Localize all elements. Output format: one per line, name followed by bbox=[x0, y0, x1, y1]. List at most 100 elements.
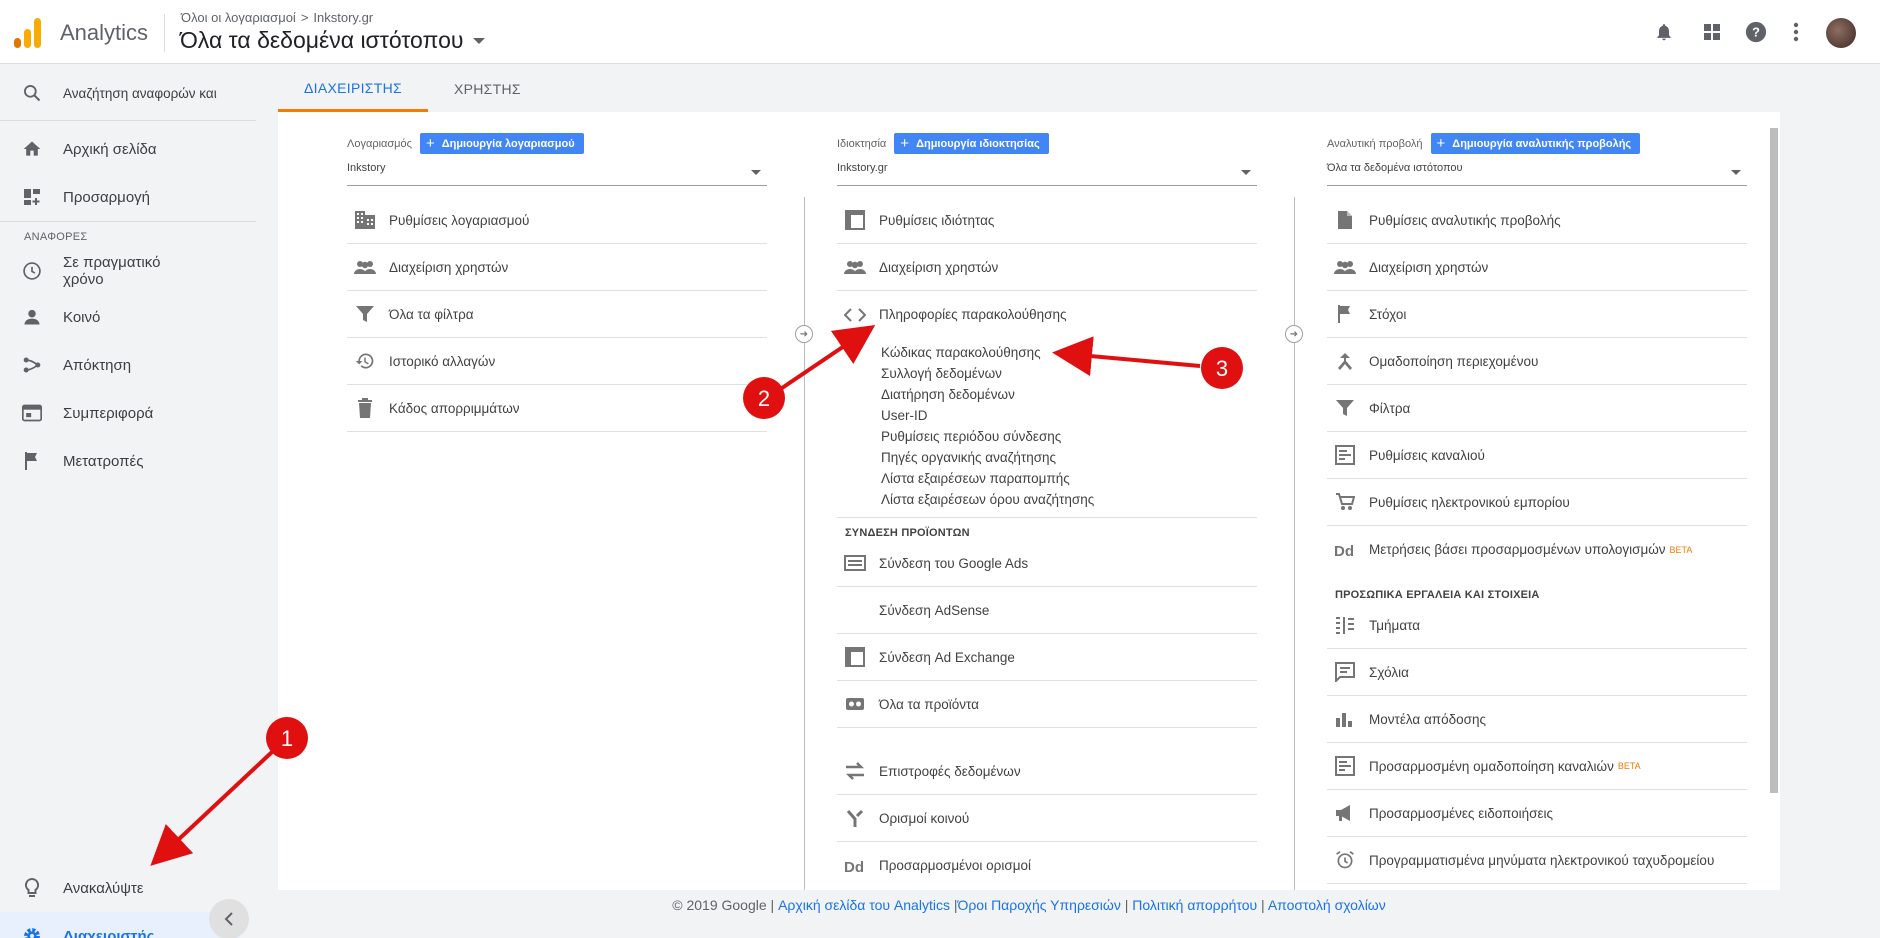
account-settings-row[interactable]: Ρυθμίσεις λογαριασμού bbox=[347, 197, 767, 244]
admin-tabs: ΔΙΑΧΕΙΡΙΣΤΗΣ ΧΡΗΣΤΗΣ bbox=[278, 66, 547, 112]
more-vert-icon[interactable] bbox=[1784, 20, 1808, 44]
sidebar-item-acquisition[interactable]: Απόκτηση bbox=[0, 341, 256, 389]
sidebar-item-admin[interactable]: Διαχειριστής bbox=[0, 912, 240, 938]
ads-icon bbox=[843, 551, 867, 575]
segments-row[interactable]: Τμήματα bbox=[1327, 602, 1747, 649]
view-selector[interactable]: Όλα τα δεδομένα ιστότοπου bbox=[180, 27, 486, 54]
create-view-button[interactable]: + Δημιουργία αναλυτικής προβολής bbox=[1430, 133, 1641, 154]
custom-definitions-row[interactable]: Dd Προσαρμοσμένοι ορισμοί bbox=[837, 842, 1257, 889]
sidebar-divider bbox=[0, 120, 256, 121]
sidebar-item-label: Ανακαλύψτε bbox=[63, 879, 144, 897]
view-filters-row[interactable]: Φίλτρα bbox=[1327, 385, 1747, 432]
search-term-exclusion-link[interactable]: Λίστα εξαιρέσεων όρου αναζήτησης bbox=[881, 492, 1094, 507]
data-collection-link[interactable]: Συλλογή δεδομένων bbox=[881, 366, 1002, 381]
collapse-sidebar-button[interactable] bbox=[209, 899, 249, 938]
beta-badge: BETA bbox=[1617, 761, 1641, 771]
data-retention-link[interactable]: Διατήρηση δεδομένων bbox=[881, 387, 1015, 402]
sidebar-item-label: Προσαρμογή bbox=[63, 188, 150, 206]
footer-link-terms[interactable]: Όροι Παροχής Υπηρεσιών bbox=[957, 897, 1120, 913]
create-view-label: Δημιουργία αναλυτικής προβολής bbox=[1452, 137, 1632, 150]
property-selector[interactable]: Inkstory.gr bbox=[837, 162, 1257, 186]
google-ads-linking-row[interactable]: Σύνδεση του Google Ads bbox=[837, 540, 1257, 587]
content-grouping-row[interactable]: Ομαδοποίηση περιεχομένου bbox=[1327, 338, 1747, 385]
channel-settings-row[interactable]: Ρυθμίσεις καναλιού bbox=[1327, 432, 1747, 479]
user-id-link[interactable]: User-ID bbox=[881, 408, 928, 423]
code-icon bbox=[843, 303, 867, 327]
svg-text:?: ? bbox=[1752, 25, 1760, 40]
report-search[interactable]: Αναζήτηση αναφορών και bbox=[0, 69, 256, 117]
plus-icon: + bbox=[900, 135, 910, 152]
footer-link-privacy[interactable]: Πολιτική απορρήτου bbox=[1132, 897, 1257, 913]
tab-admin[interactable]: ΔΙΑΧΕΙΡΙΣΤΗΣ bbox=[278, 66, 428, 112]
analytics-logo[interactable] bbox=[14, 18, 42, 48]
sidebar-item-home[interactable]: Αρχική σελίδα bbox=[0, 125, 256, 173]
sidebar-item-conversions[interactable]: Μετατροπές bbox=[0, 437, 256, 485]
account-filters-row[interactable]: Όλα τα φίλτρα bbox=[347, 291, 767, 338]
view-selector-dropdown[interactable]: Όλα τα δεδομένα ιστότοπου bbox=[1327, 162, 1747, 186]
person-icon bbox=[20, 305, 44, 329]
ad-exchange-linking-row[interactable]: Σύνδεση Ad Exchange bbox=[837, 634, 1257, 681]
row-label: Μοντέλα απόδοσης bbox=[1369, 711, 1486, 727]
apps-icon[interactable] bbox=[1700, 20, 1724, 44]
row-label: Προσαρμοσμένη ομαδοποίηση καναλιών bbox=[1369, 758, 1614, 774]
create-property-button[interactable]: + Δημιουργία ιδιοκτησίας bbox=[894, 133, 1049, 154]
ecommerce-settings-row[interactable]: Ρυθμίσεις ηλεκτρονικού εμπορίου bbox=[1327, 479, 1747, 526]
row-label: Όλα τα φίλτρα bbox=[389, 306, 474, 322]
calculated-metrics-row[interactable]: Dd Μετρήσεις βάσει προσαρμοσμένων υπολογ… bbox=[1327, 526, 1747, 573]
account-users-row[interactable]: Διαχείριση χρηστών bbox=[347, 244, 767, 291]
account-selector[interactable]: Inkstory bbox=[347, 162, 767, 186]
help-icon[interactable]: ? bbox=[1744, 20, 1768, 44]
view-users-row[interactable]: Διαχείριση χρηστών bbox=[1327, 244, 1747, 291]
tracking-info-row[interactable]: Πληροφορίες παρακολούθησης bbox=[837, 291, 1257, 338]
annotations-row[interactable]: Σχόλια bbox=[1327, 649, 1747, 696]
audience-definitions-row[interactable]: Ορισμοί κοινού bbox=[837, 795, 1257, 842]
row-label: Σύνδεση Ad Exchange bbox=[879, 649, 1015, 665]
tracking-code-link[interactable]: Κώδικας παρακολούθησης bbox=[881, 345, 1041, 360]
property-users-row[interactable]: Διαχείριση χρηστών bbox=[837, 244, 1257, 291]
sidebar-item-customization[interactable]: Προσαρμογή bbox=[0, 173, 256, 221]
property-settings-row[interactable]: Ρυθμίσεις ιδιότητας bbox=[837, 197, 1257, 244]
footer-link-home[interactable]: Αρχική σελίδα του Analytics bbox=[778, 897, 950, 913]
row-divider bbox=[837, 517, 1257, 518]
sidebar-item-realtime[interactable]: Σε πραγματικό χρόνο bbox=[0, 245, 256, 297]
organic-search-sources-link[interactable]: Πηγές οργανικής αναζήτησης bbox=[881, 450, 1056, 465]
all-products-row[interactable]: Όλα τα προϊόντα bbox=[837, 681, 1257, 728]
custom-alerts-row[interactable]: Προσαρμοσμένες ειδοποιήσεις bbox=[1327, 790, 1747, 837]
caret-down-icon bbox=[473, 37, 486, 44]
sidebar-item-behavior[interactable]: Συμπεριφορά bbox=[0, 389, 256, 437]
postbacks-row[interactable]: Επιστροφές δεδομένων bbox=[837, 748, 1257, 795]
session-settings-link[interactable]: Ρυθμίσεις περιόδου σύνδεσης bbox=[881, 429, 1061, 444]
custom-channel-grouping-row[interactable]: Προσαρμοσμένη ομαδοποίηση καναλιών BETA bbox=[1327, 743, 1747, 790]
column-divider bbox=[804, 197, 805, 890]
create-account-button[interactable]: + Δημιουργία λογαριασμού bbox=[419, 133, 584, 154]
breadcrumb[interactable]: Όλοι οι λογαριασμοί > Inkstory.gr bbox=[181, 10, 373, 25]
change-history-row[interactable]: Ιστορικό αλλαγών bbox=[347, 338, 767, 385]
goals-row[interactable]: Στόχοι bbox=[1327, 291, 1747, 338]
alarm-icon bbox=[1333, 848, 1357, 872]
trash-row[interactable]: Κάδος απορριμμάτων bbox=[347, 385, 767, 432]
fork-icon bbox=[843, 806, 867, 830]
behavior-icon bbox=[20, 401, 44, 425]
scheduled-emails-row[interactable]: Προγραμματισμένα μηνύματα ηλεκτρονικού τ… bbox=[1327, 837, 1747, 884]
vertical-scrollbar[interactable] bbox=[1770, 128, 1778, 793]
dashboard-icon bbox=[20, 185, 44, 209]
breadcrumb-account[interactable]: Όλοι οι λογαριασμοί bbox=[181, 10, 296, 25]
referral-exclusion-link[interactable]: Λίστα εξαιρέσεων παραπομπής bbox=[881, 471, 1070, 486]
breadcrumb-property[interactable]: Inkstory.gr bbox=[313, 10, 373, 25]
view-settings-row[interactable]: Ρυθμίσεις αναλυτικής προβολής bbox=[1327, 197, 1747, 244]
create-account-label: Δημιουργία λογαριασμού bbox=[441, 137, 575, 150]
avatar[interactable] bbox=[1826, 18, 1856, 48]
adsense-linking-row[interactable]: Σύνδεση AdSense bbox=[837, 587, 1257, 634]
notifications-icon[interactable] bbox=[1652, 20, 1676, 44]
row-label: Στόχοι bbox=[1369, 306, 1407, 322]
people-icon bbox=[1333, 255, 1357, 279]
row-label: Φίλτρα bbox=[1369, 400, 1411, 416]
comment-icon bbox=[1333, 660, 1357, 684]
footer-link-feedback[interactable]: Αποστολή σχολίων bbox=[1268, 897, 1386, 913]
row-label: Ρυθμίσεις ιδιότητας bbox=[879, 212, 995, 228]
attribution-models-row[interactable]: Μοντέλα απόδοσης bbox=[1327, 696, 1747, 743]
sidebar-item-audience[interactable]: Κοινό bbox=[0, 293, 256, 341]
sidebar-item-label: Διαχειριστής bbox=[63, 927, 155, 938]
tab-user[interactable]: ΧΡΗΣΤΗΣ bbox=[428, 66, 547, 112]
chevron-left-icon bbox=[224, 912, 233, 926]
